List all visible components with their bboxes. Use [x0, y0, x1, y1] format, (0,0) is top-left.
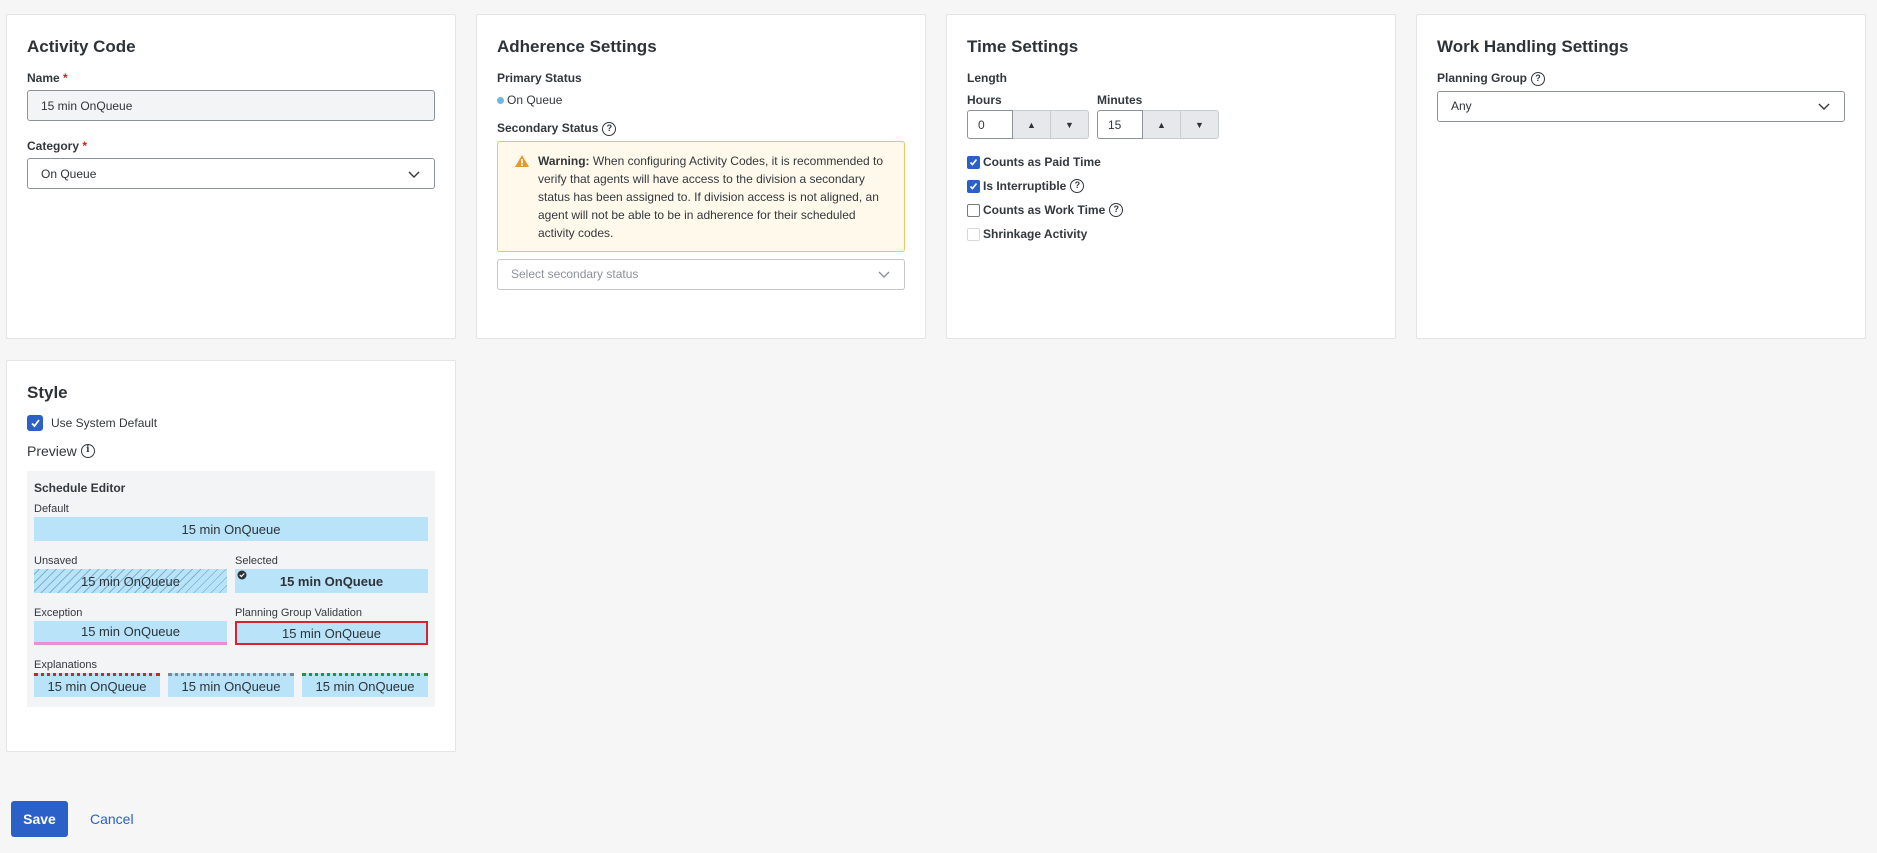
schedule-editor-title: Schedule Editor	[34, 481, 126, 495]
style-title: Style	[27, 383, 68, 402]
preview-heading: Preview i	[27, 443, 435, 459]
warning-strong: Warning:	[538, 153, 590, 168]
hours-stepper: 0 ▲ ▼	[967, 110, 1089, 139]
chevron-down-icon	[408, 171, 420, 178]
default-bar: 15 min OnQueue	[34, 517, 428, 541]
secondary-status-placeholder: Select secondary status	[511, 267, 639, 282]
planning-group-validation-label: Planning Group Validation	[235, 607, 362, 619]
category-label: Category *	[27, 139, 88, 153]
default-label: Default	[34, 503, 69, 515]
style-card: Style Use System Default Preview i Sched…	[6, 360, 456, 752]
planning-group-select[interactable]: Any	[1437, 90, 1845, 122]
minutes-stepper: 15 ▲ ▼	[1097, 110, 1219, 139]
help-icon[interactable]: ?	[1070, 179, 1085, 193]
exception-label: Exception	[34, 607, 83, 619]
hours-increment-button[interactable]: ▲	[1013, 110, 1051, 139]
minutes-label: Minutes	[1097, 93, 1143, 107]
activity-code-card: Activity Code Name * 15 min OnQueue Cate…	[6, 14, 456, 339]
cancel-button[interactable]: Cancel	[90, 801, 134, 837]
unsaved-bar: 15 min OnQueue	[34, 569, 227, 593]
shrinkage-checkbox	[967, 227, 980, 241]
name-label: Name *	[27, 71, 68, 85]
category-select[interactable]: On Queue	[27, 158, 435, 189]
name-input[interactable]: 15 min OnQueue	[27, 90, 435, 121]
paid-time-checkbox-row[interactable]: Counts as Paid Time	[967, 155, 1375, 169]
explanation-bar-gray: 15 min OnQueue	[168, 673, 294, 697]
name-input-value: 15 min OnQueue	[41, 98, 133, 113]
adherence-settings-title: Adherence Settings	[497, 37, 657, 56]
interruptible-checkbox-row[interactable]: Is Interruptible ?	[967, 179, 1375, 193]
paid-time-label: Counts as Paid Time	[983, 155, 1101, 169]
planning-group-validation-bar: 15 min OnQueue	[235, 621, 428, 645]
work-handling-title: Work Handling Settings	[1437, 37, 1629, 56]
adherence-settings-card: Adherence Settings Primary Status On Que…	[476, 14, 926, 339]
use-default-checkbox[interactable]	[27, 415, 43, 431]
hours-decrement-button[interactable]: ▼	[1051, 110, 1089, 139]
time-settings-card: Time Settings Length Hours 0 ▲ ▼ Minutes…	[946, 14, 1396, 339]
planning-group-label: Planning Group?	[1437, 71, 1845, 86]
hours-input[interactable]: 0	[967, 110, 1013, 139]
paid-time-checkbox[interactable]	[967, 155, 980, 169]
warning-icon	[515, 154, 529, 167]
warning-text: When configuring Activity Codes, it is r…	[538, 153, 884, 240]
interruptible-label: Is Interruptible	[983, 179, 1067, 193]
category-select-value: On Queue	[41, 166, 97, 181]
help-icon[interactable]: ?	[1109, 203, 1124, 217]
shrinkage-label: Shrinkage Activity	[983, 227, 1088, 241]
exception-bar: 15 min OnQueue	[34, 621, 227, 645]
primary-status-value: On Queue	[497, 93, 905, 107]
minutes-increment-button[interactable]: ▲	[1143, 110, 1181, 139]
explanation-bar-red: 15 min OnQueue	[34, 673, 160, 697]
check-circle-icon	[237, 570, 247, 580]
hours-label: Hours	[967, 93, 1002, 107]
minutes-group: Minutes 15 ▲ ▼	[1097, 93, 1219, 139]
time-settings-title: Time Settings	[967, 37, 1079, 56]
interruptible-checkbox[interactable]	[967, 179, 980, 193]
selected-bar: 15 min OnQueue	[235, 569, 428, 593]
unsaved-label: Unsaved	[34, 555, 78, 567]
minutes-input[interactable]: 15	[1097, 110, 1143, 139]
planning-group-value: Any	[1451, 99, 1472, 114]
work-handling-card: Work Handling Settings Planning Group? A…	[1416, 14, 1866, 339]
preview-box: Schedule Editor Default 15 min OnQueue U…	[27, 471, 435, 707]
save-button[interactable]: Save	[11, 801, 68, 837]
shrinkage-checkbox-row: Shrinkage Activity	[967, 227, 1375, 241]
work-time-checkbox[interactable]	[967, 203, 980, 217]
chevron-down-icon	[1818, 103, 1830, 111]
status-dot-icon	[497, 97, 504, 104]
info-icon[interactable]: i	[80, 444, 95, 458]
use-default-row[interactable]: Use System Default	[27, 415, 435, 431]
length-label: Length	[967, 71, 1007, 85]
warning-alert: Warning: When configuring Activity Codes…	[497, 140, 905, 252]
work-time-checkbox-row[interactable]: Counts as Work Time ?	[967, 203, 1375, 217]
work-time-label: Counts as Work Time	[983, 203, 1106, 217]
chevron-down-icon	[878, 271, 890, 279]
help-icon[interactable]: ?	[1531, 71, 1545, 86]
hours-group: Hours 0 ▲ ▼	[967, 93, 1089, 139]
secondary-status-select[interactable]: Select secondary status	[497, 258, 905, 290]
selected-label: Selected	[235, 555, 278, 567]
minutes-decrement-button[interactable]: ▼	[1181, 110, 1219, 139]
explanations-label: Explanations	[34, 659, 97, 671]
secondary-status-label: Secondary Status?	[497, 121, 905, 136]
help-icon[interactable]: ?	[602, 121, 617, 136]
primary-status-label: Primary Status	[497, 71, 582, 85]
activity-code-title: Activity Code	[27, 37, 136, 56]
explanation-bar-green: 15 min OnQueue	[302, 673, 428, 697]
use-default-label: Use System Default	[51, 416, 158, 430]
